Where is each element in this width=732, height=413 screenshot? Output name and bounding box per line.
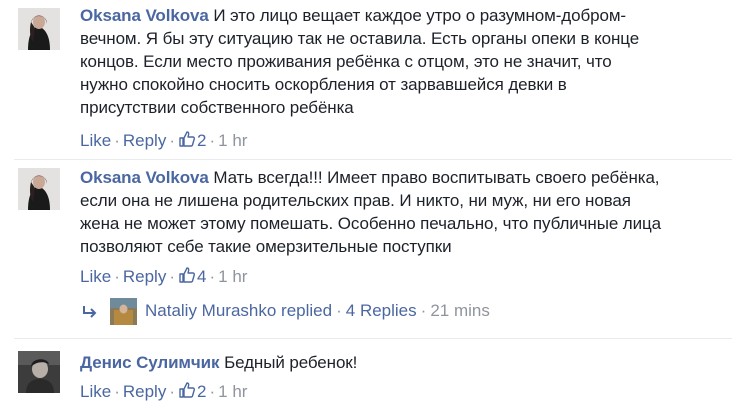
separator: ·: [114, 131, 120, 150]
comment-actions: Like · Reply · 4 · 1 hr: [80, 266, 247, 287]
replier-avatar[interactable]: [110, 298, 137, 326]
comment-text: Денис Сулимчик Бедный ребенок!: [80, 351, 720, 374]
timestamp[interactable]: 1 hr: [218, 382, 247, 401]
separator: ·: [209, 131, 216, 150]
comment-line: вечном. Я бы эту ситуацию так не оставил…: [80, 29, 640, 48]
replies-summary[interactable]: Nataliy Murashko replied · 4 Replies · 21 mi…: [80, 296, 490, 326]
separator: ·: [114, 382, 120, 401]
divider: [14, 159, 732, 160]
replies-time: 21 mins: [430, 301, 490, 320]
comment-line: жена не может этому помешать. Особенно п…: [80, 214, 662, 233]
replies-count[interactable]: 4 Replies: [346, 301, 417, 320]
comment-actions: Like · Reply · 2 · 1 hr: [80, 130, 247, 151]
comment-line: присутствии собственного ребёнка: [80, 98, 354, 117]
like-count[interactable]: 4: [178, 267, 206, 286]
replier-name[interactable]: Nataliy Murashko replied: [145, 301, 332, 320]
comment-line: Мать всегда!!! Имеет право воспитывать с…: [213, 168, 660, 187]
comment-line: концов. Если место проживания ребёнка с …: [80, 52, 612, 71]
reply-link[interactable]: Reply: [123, 382, 166, 401]
comment-line: позволяют себе такие омерзительные посту…: [80, 237, 452, 256]
comment-line: нужно спокойно сносить оскорбления от за…: [80, 75, 567, 94]
comment-line: Бедный ребенок!: [224, 353, 358, 372]
separator: ·: [169, 382, 175, 401]
author-name[interactable]: Oksana Volkova: [80, 168, 209, 187]
timestamp[interactable]: 1 hr: [218, 131, 247, 150]
reply-arrow-icon: [83, 305, 97, 318]
avatar[interactable]: [18, 351, 60, 393]
reply-link[interactable]: Reply: [123, 267, 166, 286]
thumbs-up-icon: [179, 267, 195, 283]
reply-link[interactable]: Reply: [123, 131, 166, 150]
comment-text: Oksana Volkova И это лицо вещает каждое …: [80, 4, 720, 119]
separator: ·: [169, 267, 175, 286]
thumbs-up-icon: [179, 382, 195, 398]
like-link[interactable]: Like: [80, 267, 111, 286]
avatar[interactable]: [18, 168, 60, 210]
comment-line: И это лицо вещает каждое утро о разумном…: [213, 6, 626, 25]
author-name[interactable]: Oksana Volkova: [80, 6, 209, 25]
separator: ·: [336, 301, 342, 320]
separator: ·: [420, 301, 427, 320]
like-link[interactable]: Like: [80, 382, 111, 401]
comment-text: Oksana Volkova Мать всегда!!! Имеет прав…: [80, 166, 720, 258]
separator: ·: [114, 267, 120, 286]
avatar[interactable]: [18, 8, 60, 50]
timestamp[interactable]: 1 hr: [218, 267, 247, 286]
comment-actions: Like · Reply · 2 · 1 hr: [80, 381, 247, 402]
like-link[interactable]: Like: [80, 131, 111, 150]
like-count[interactable]: 2: [178, 382, 206, 401]
thumbs-up-icon: [179, 131, 195, 147]
separator: ·: [209, 267, 216, 286]
like-count[interactable]: 2: [178, 131, 206, 150]
separator: ·: [169, 131, 175, 150]
author-name[interactable]: Денис Сулимчик: [80, 353, 220, 372]
separator: ·: [209, 382, 216, 401]
comment-line: если она не лишена родительских прав. И …: [80, 191, 631, 210]
divider: [14, 338, 732, 339]
